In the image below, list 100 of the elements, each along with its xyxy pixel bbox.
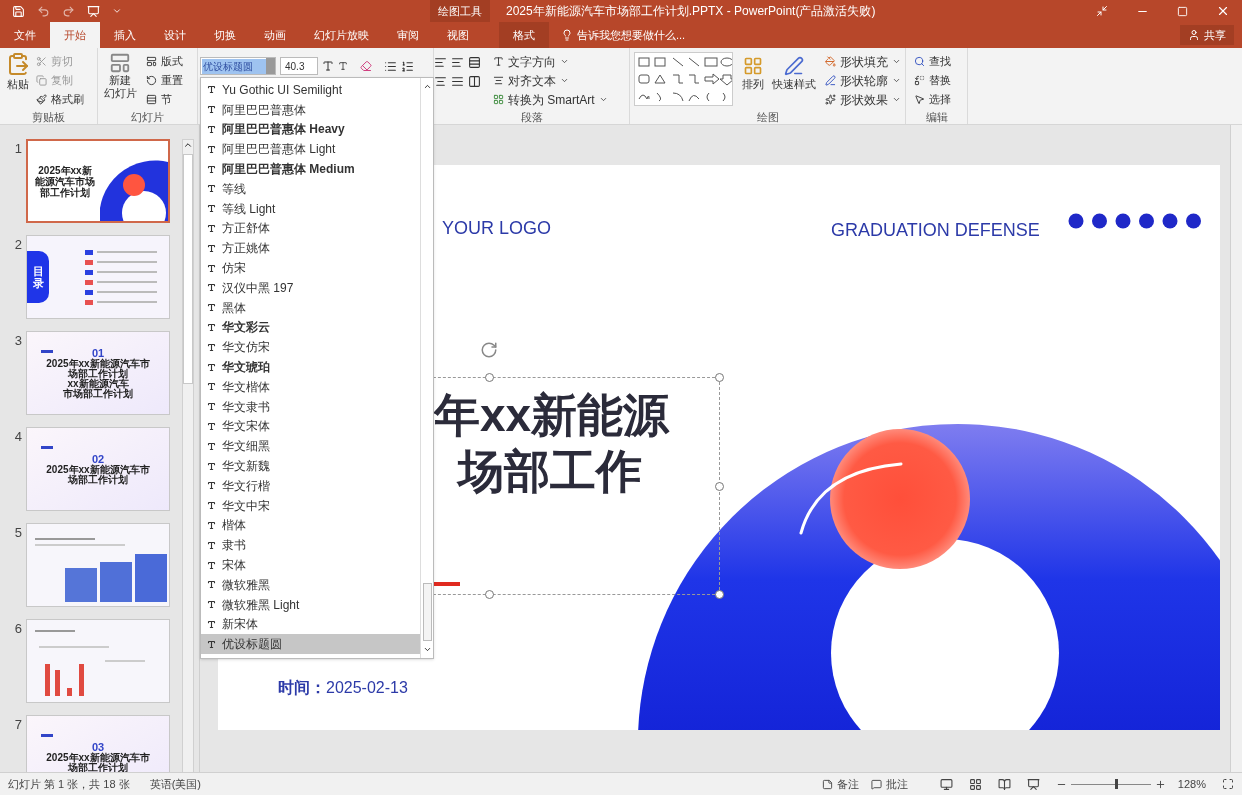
undo-icon[interactable] xyxy=(37,4,50,18)
scroll-up-icon[interactable] xyxy=(422,82,432,91)
align-center-icon[interactable] xyxy=(434,75,447,88)
line-spacing-icon[interactable] xyxy=(468,56,481,69)
scroll-up-icon[interactable] xyxy=(183,140,193,150)
comments-button[interactable]: 批注 xyxy=(870,775,908,793)
scrollbar[interactable] xyxy=(182,139,194,772)
scrollbar[interactable] xyxy=(1230,125,1242,772)
zoom-in-icon[interactable] xyxy=(1154,778,1166,790)
font-option[interactable]: 华文彩云 xyxy=(201,317,420,338)
ribbon-tab[interactable]: 幻灯片放映 xyxy=(300,22,383,48)
font-option[interactable]: 华文中宋 xyxy=(201,495,420,516)
scroll-down-icon[interactable] xyxy=(422,645,432,654)
font-option[interactable]: 微软雅黑 xyxy=(201,574,420,595)
clear-formatting-icon[interactable] xyxy=(360,60,372,72)
shapes-gallery-icon[interactable] xyxy=(634,52,734,106)
font-option[interactable]: 楷体 xyxy=(201,515,420,536)
font-option[interactable]: 方正姚体 xyxy=(201,238,420,259)
slide-thumbnail[interactable]: 03 2025年xx新能源汽车市场部工作计划 xyxy=(26,715,170,772)
font-option[interactable]: 阿里巴巴普惠体 xyxy=(201,99,420,120)
font-option[interactable]: 仿宋 xyxy=(201,258,420,278)
slide-thumbnail[interactable]: 01 2025年xx新能源汽车市场部工作计划 xx新能源汽车市场部工作计划 xyxy=(26,331,170,415)
close-icon[interactable] xyxy=(1216,4,1230,18)
font-option[interactable]: Yu Gothic UI Semilight xyxy=(201,80,420,100)
font-option[interactable]: 宋体 xyxy=(201,555,420,575)
shape-fill-button[interactable]: 形状填充 xyxy=(821,52,905,71)
paste-button[interactable]: 粘贴 xyxy=(0,52,36,109)
ribbon-options-icon[interactable] xyxy=(1096,5,1108,17)
font-option[interactable]: 新宋体 xyxy=(201,614,420,635)
customize-icon[interactable] xyxy=(112,6,122,16)
font-option[interactable]: 华文楷体 xyxy=(201,376,420,397)
slide-thumbnail[interactable] xyxy=(26,523,170,607)
ribbon-tab[interactable]: 视图 xyxy=(433,22,483,48)
ribbon-tab[interactable]: 审阅 xyxy=(383,22,433,48)
resize-handle[interactable] xyxy=(485,373,494,382)
shrink-font-icon[interactable] xyxy=(338,61,348,71)
font-name-field[interactable]: 优设标题圆 xyxy=(200,57,276,75)
resize-handle[interactable] xyxy=(715,373,724,382)
reset-button[interactable]: 重置 xyxy=(146,71,183,90)
align-text-button[interactable]: 对齐文本 xyxy=(489,71,612,90)
quick-styles-button[interactable]: 快速样式 xyxy=(771,52,817,109)
slide-thumbnail[interactable]: 02 2025年xx新能源汽车市场部工作计划 xyxy=(26,427,170,511)
font-option[interactable]: 华文行楷 xyxy=(201,475,420,496)
numbering-icon[interactable] xyxy=(401,59,414,73)
layout-button[interactable]: 版式 xyxy=(146,52,183,71)
bullets-icon[interactable] xyxy=(384,59,397,73)
font-option[interactable]: 华文宋体 xyxy=(201,416,420,437)
grow-font-icon[interactable] xyxy=(322,60,334,72)
replace-button[interactable]: 替换 xyxy=(914,71,967,90)
share-button[interactable]: 共享 xyxy=(1180,25,1234,45)
font-option[interactable]: 汉仪中黑 197 xyxy=(201,277,420,298)
reading-view-icon[interactable] xyxy=(997,777,1011,791)
text-direction-button[interactable]: 文字方向 xyxy=(489,52,612,71)
select-button[interactable]: 选择 xyxy=(914,90,967,109)
font-option[interactable]: 华文新魏 xyxy=(201,456,420,476)
slide-thumbnail[interactable]: 目录 xyxy=(26,235,170,319)
find-button[interactable]: 查找 xyxy=(914,52,967,71)
ribbon-tab[interactable]: 设计 xyxy=(150,22,200,48)
font-option[interactable]: 阿里巴巴普惠体 Medium xyxy=(201,159,420,179)
slideshow-icon[interactable] xyxy=(1026,777,1040,791)
resize-handle[interactable] xyxy=(485,590,494,599)
ribbon-tab[interactable]: 动画 xyxy=(250,22,300,48)
save-icon[interactable] xyxy=(12,4,25,18)
zoom-thumb[interactable] xyxy=(1114,779,1118,789)
resize-handle[interactable] xyxy=(715,482,724,491)
font-option[interactable]: 华文隶书 xyxy=(201,396,420,417)
maximize-icon[interactable] xyxy=(1177,5,1188,17)
fit-to-window-icon[interactable] xyxy=(1222,778,1234,790)
ribbon-tab[interactable]: 开始 xyxy=(50,22,100,48)
increase-indent-icon[interactable] xyxy=(451,56,464,69)
font-option[interactable]: 等线 Light xyxy=(201,198,420,219)
font-option[interactable]: 等线 xyxy=(201,179,420,199)
font-option[interactable]: 黑体 xyxy=(201,297,420,318)
font-option[interactable]: 方正舒体 xyxy=(201,218,420,239)
rotate-handle-icon[interactable] xyxy=(480,341,498,359)
font-option[interactable]: 阿里巴巴普惠体 Light xyxy=(201,139,420,160)
columns-icon[interactable] xyxy=(468,75,481,88)
ribbon-tab[interactable]: 切换 xyxy=(200,22,250,48)
ribbon-tab[interactable]: 插入 xyxy=(100,22,150,48)
section-button[interactable]: 节 xyxy=(146,90,183,109)
arrange-button[interactable]: 排列 xyxy=(737,52,768,109)
ribbon-tab[interactable]: 格式 xyxy=(499,22,549,48)
tell-me-field[interactable]: 告诉我您想要做什么... xyxy=(549,22,698,48)
font-option[interactable]: 华文琥珀 xyxy=(201,357,420,377)
slide-thumbnail[interactable]: 2025年xx新能源汽车市场部工作计划 xyxy=(26,139,170,223)
scroll-thumb[interactable] xyxy=(183,154,193,384)
format-painter-button[interactable]: 格式刷 xyxy=(36,90,84,109)
font-size-field[interactable]: 40.3 xyxy=(280,57,318,75)
smartart-button[interactable]: 转换为 SmartArt xyxy=(489,90,612,109)
justify-icon[interactable] xyxy=(451,75,464,88)
redo-icon[interactable] xyxy=(62,4,75,18)
font-option[interactable]: 阿里巴巴普惠体 Heavy xyxy=(201,119,420,140)
font-option[interactable]: 微软雅黑 Light xyxy=(201,594,420,615)
new-slide-button[interactable]: 新建 幻灯片 xyxy=(98,52,142,109)
font-option[interactable]: 隶书 xyxy=(201,535,420,556)
shape-outline-button[interactable]: 形状轮廓 xyxy=(821,71,905,90)
presentation-icon[interactable] xyxy=(87,4,100,18)
scrollbar[interactable] xyxy=(420,78,433,658)
decrease-indent-icon[interactable] xyxy=(434,56,447,69)
resize-handle[interactable] xyxy=(715,590,724,599)
